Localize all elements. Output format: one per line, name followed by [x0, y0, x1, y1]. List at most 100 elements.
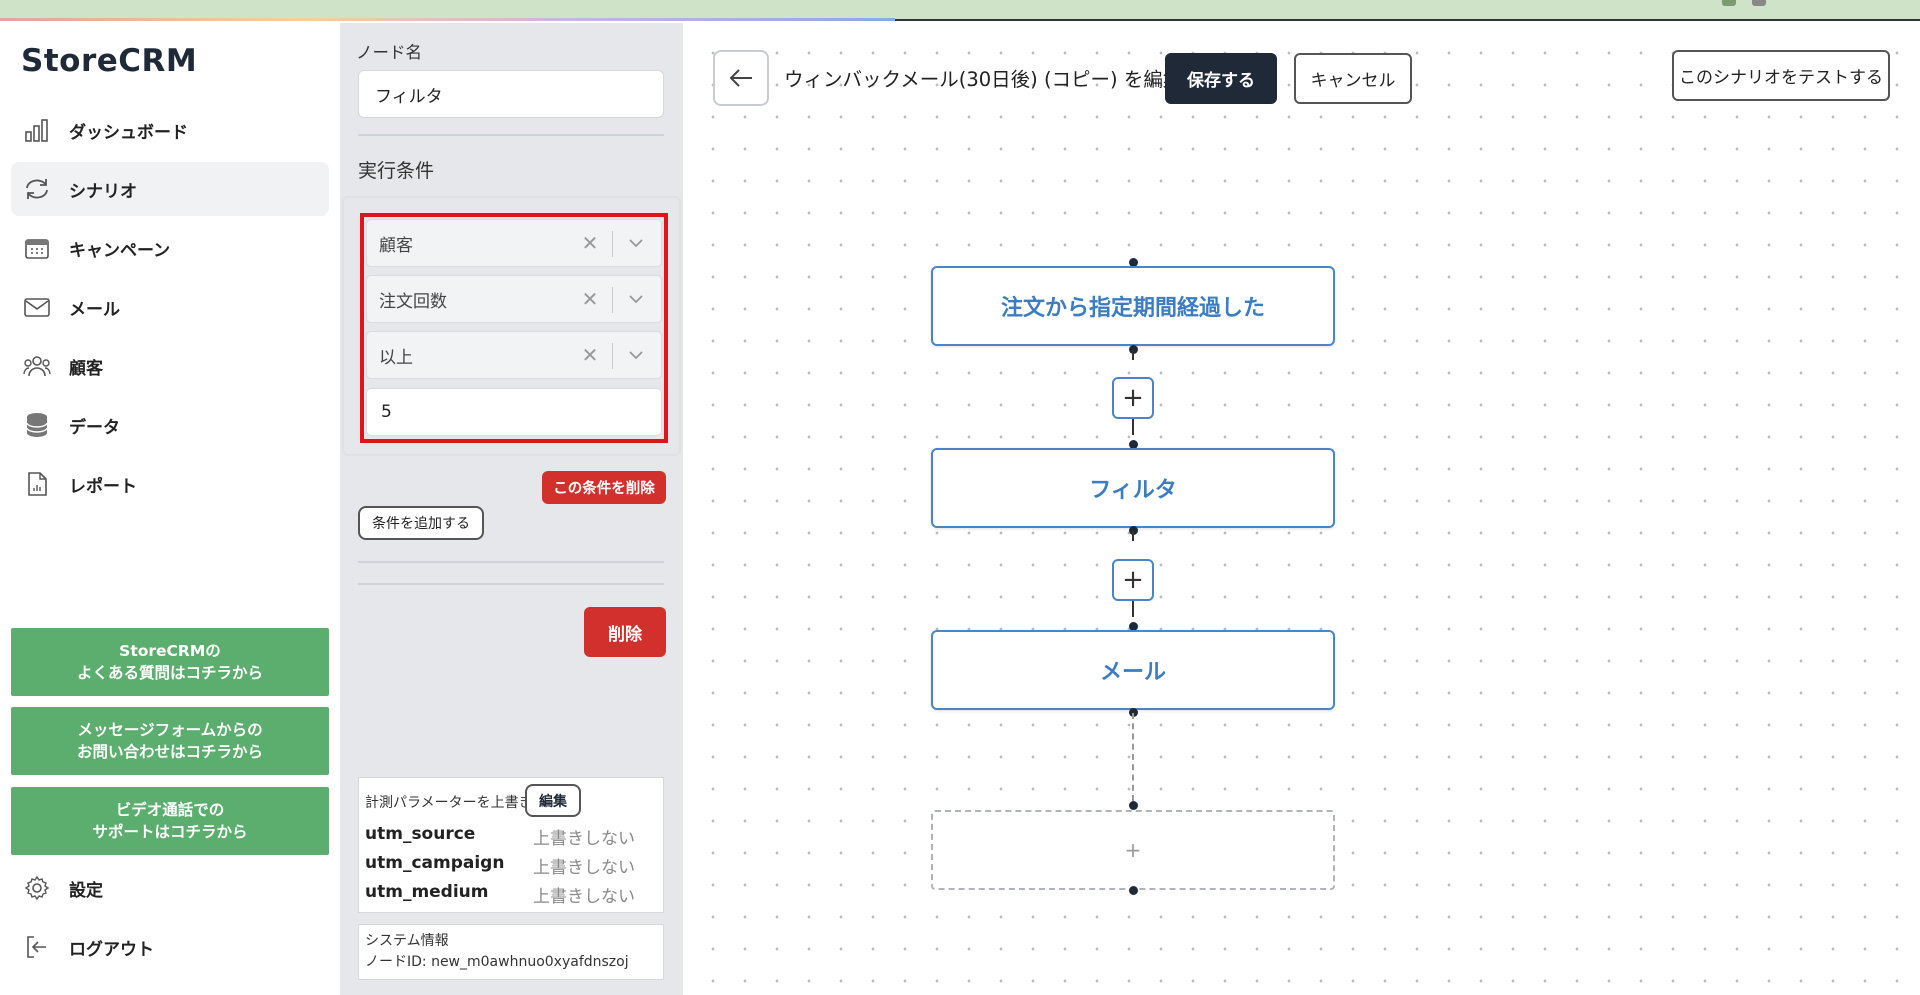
utm-key: utm_medium	[365, 882, 489, 902]
system-info-heading: システム情報	[365, 933, 449, 949]
clear-icon[interactable]: ✕	[579, 286, 601, 312]
utm-value: 上書きしない	[533, 858, 635, 878]
select-value: 注文回数	[379, 291, 447, 312]
sidebar: StoreCRM ダッシュボード シナリオ キャンペーン メール 顧客 データ …	[0, 23, 340, 995]
users-icon	[23, 352, 51, 380]
back-button[interactable]	[713, 50, 769, 106]
logout-icon	[23, 933, 51, 961]
connector-line	[1132, 531, 1134, 541]
sidebar-item-label: ダッシュボード	[69, 122, 188, 143]
contact-line-1: メッセージフォームからの	[77, 721, 263, 739]
faq-button[interactable]: StoreCRMのよくある質問はコチラから	[11, 628, 329, 696]
bottom-nav: 設定 ログアウト	[11, 861, 329, 979]
sidebar-item-data[interactable]: データ	[11, 398, 329, 452]
bar-chart-icon	[23, 116, 51, 144]
sidebar-item-campaign[interactable]: キャンペーン	[11, 221, 329, 275]
utm-key: utm_source	[365, 824, 476, 844]
select-value: 顧客	[379, 235, 413, 256]
add-node-button[interactable]: +	[1112, 377, 1154, 419]
sidebar-item-label: 設定	[69, 880, 103, 901]
delete-condition-button[interactable]: この条件を削除	[542, 471, 666, 504]
condition-heading: 実行条件	[358, 160, 435, 182]
sidebar-item-label: シナリオ	[69, 181, 137, 202]
node-name-label: ノード名	[356, 43, 422, 62]
add-condition-button[interactable]: 条件を追加する	[358, 506, 484, 540]
loading-progress	[0, 18, 895, 21]
connector-line	[1132, 350, 1134, 360]
calendar-icon	[23, 234, 51, 262]
add-node-button[interactable]: +	[1112, 559, 1154, 601]
delete-node-button[interactable]: 削除	[584, 607, 666, 657]
sidebar-item-label: キャンペーン	[69, 240, 171, 261]
database-icon	[23, 411, 51, 439]
condition-field-select[interactable]: 注文回数 ✕	[366, 275, 662, 323]
chevron-down-icon[interactable]	[625, 288, 647, 310]
video-line-2: サポートはコチラから	[92, 823, 248, 841]
utm-override-box: 計測パラメーターを上書き 編集 utm_source 上書きしない utm_ca…	[358, 777, 664, 913]
sidebar-item-settings[interactable]: 設定	[11, 861, 329, 915]
sidebar-item-label: 顧客	[69, 358, 103, 379]
video-support-button[interactable]: ビデオ通話でのサポートはコチラから	[11, 787, 329, 855]
system-info-box: システム情報 ノードID: new_m0awhnuo0xyafdnszoj	[358, 924, 664, 980]
sidebar-item-mail[interactable]: メール	[11, 280, 329, 334]
trigger-node[interactable]: 注文から指定期間経過した	[931, 266, 1335, 346]
divider	[358, 134, 664, 136]
brand-logo: StoreCRM	[21, 43, 198, 79]
arrow-left-icon	[729, 69, 752, 87]
select-value: 以上	[379, 347, 413, 368]
node-name-input[interactable]: フィルタ	[358, 70, 664, 118]
save-button[interactable]: 保存する	[1165, 53, 1277, 104]
select-divider	[612, 287, 613, 313]
faq-line-2: よくある質問はコチラから	[76, 664, 263, 682]
connector-line	[1132, 419, 1134, 435]
sidebar-item-reports[interactable]: レポート	[11, 457, 329, 511]
connector-dot	[1129, 801, 1138, 810]
sidebar-nav: ダッシュボード シナリオ キャンペーン メール 顧客 データ レポート	[11, 103, 329, 516]
scenario-canvas[interactable]: ウィンバックメール(30日後) (コピー) を編集中 保存する キャンセル この…	[683, 23, 1920, 995]
sidebar-item-logout[interactable]: ログアウト	[11, 920, 329, 974]
node-settings-panel: ノード名 フィルタ 実行条件 顧客 ✕ 注文回数 ✕ 以上 ✕ 5 この条件を削…	[340, 23, 683, 995]
select-divider	[612, 231, 613, 257]
gear-icon	[23, 874, 51, 902]
contact-line-2: お問い合わせはコチラから	[76, 743, 263, 761]
sidebar-item-label: データ	[69, 417, 120, 438]
condition-operator-select[interactable]: 以上 ✕	[366, 331, 662, 379]
utm-heading: 計測パラメーターを上書き	[365, 795, 533, 811]
sidebar-item-dashboard[interactable]: ダッシュボード	[11, 103, 329, 157]
test-scenario-button[interactable]: このシナリオをテストする	[1672, 50, 1890, 101]
condition-target-select[interactable]: 顧客 ✕	[366, 219, 662, 267]
chevron-down-icon[interactable]	[625, 344, 647, 366]
utm-key: utm_campaign	[365, 853, 505, 873]
mail-node[interactable]: メール	[931, 630, 1335, 710]
connector-line	[1132, 601, 1134, 617]
sidebar-item-label: レポート	[69, 476, 137, 497]
toolbar-icon	[1752, 0, 1766, 6]
browser-top-bar	[0, 0, 1920, 21]
condition-value-input[interactable]: 5	[366, 388, 662, 436]
node-id-text: ノードID: new_m0awhnuo0xyafdnszoj	[365, 954, 629, 970]
clear-icon[interactable]: ✕	[579, 230, 601, 256]
mail-icon	[23, 293, 51, 321]
select-divider	[612, 343, 613, 369]
filter-node[interactable]: フィルタ	[931, 448, 1335, 528]
toolbar-icon	[1722, 0, 1736, 6]
refresh-icon	[23, 175, 51, 203]
connector-dot	[1129, 886, 1138, 895]
chevron-down-icon[interactable]	[625, 232, 647, 254]
sidebar-item-label: ログアウト	[69, 939, 154, 960]
clear-icon[interactable]: ✕	[579, 342, 601, 368]
contact-form-button[interactable]: メッセージフォームからの お問い合わせはコチラから	[11, 707, 329, 775]
utm-value: 上書きしない	[533, 829, 635, 849]
sidebar-item-customers[interactable]: 顧客	[11, 339, 329, 393]
connector-line-dashed	[1132, 713, 1134, 801]
video-line-1: ビデオ通話での	[115, 801, 225, 819]
divider	[358, 561, 664, 563]
sidebar-item-scenario[interactable]: シナリオ	[11, 162, 329, 216]
sidebar-item-label: メール	[69, 299, 120, 320]
report-icon	[23, 470, 51, 498]
faq-line-1: StoreCRMの	[119, 642, 221, 660]
utm-edit-button[interactable]: 編集	[525, 784, 581, 817]
cancel-button[interactable]: キャンセル	[1294, 53, 1412, 104]
empty-add-node[interactable]: +	[931, 810, 1335, 890]
divider	[358, 583, 664, 585]
